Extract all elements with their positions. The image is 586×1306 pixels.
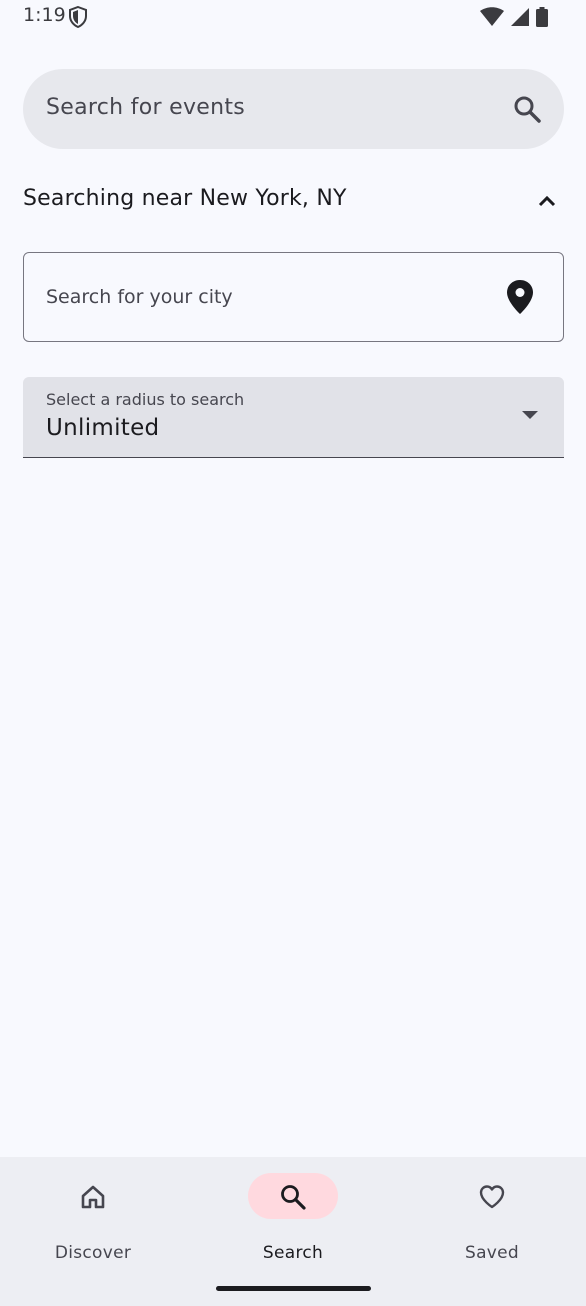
home-icon[interactable] <box>79 1183 107 1211</box>
chevron-up-icon[interactable] <box>534 188 560 214</box>
nav-label-discover: Discover <box>54 1243 132 1263</box>
radius-dropdown-label: Select a radius to search <box>46 390 245 409</box>
cellular-signal-icon <box>511 8 529 26</box>
city-search-input[interactable]: Search for your city <box>46 286 233 308</box>
battery-icon <box>536 7 548 27</box>
nav-label-search: Search <box>262 1243 324 1263</box>
wifi-icon <box>480 7 504 26</box>
status-icons <box>480 7 548 27</box>
status-bar: 1:19 <box>0 0 586 34</box>
location-pin-icon[interactable] <box>505 279 535 315</box>
city-search-field[interactable]: Search for your city <box>23 252 564 342</box>
event-search-bar[interactable]: Search for events <box>23 69 564 149</box>
shield-icon <box>69 6 87 28</box>
nav-item-search[interactable]: Search <box>233 1173 353 1263</box>
nav-item-saved[interactable]: Saved <box>432 1173 552 1263</box>
search-icon[interactable] <box>512 94 542 124</box>
searching-near-label: Searching near New York, NY <box>23 186 347 211</box>
heart-icon[interactable] <box>478 1183 506 1211</box>
radius-dropdown[interactable]: Select a radius to search Unlimited <box>23 377 564 458</box>
location-header[interactable]: Searching near New York, NY <box>23 182 564 222</box>
search-icon[interactable] <box>279 1183 307 1211</box>
radius-selected-value[interactable]: Unlimited <box>46 415 159 441</box>
status-time: 1:19 <box>23 4 66 26</box>
nav-label-saved: Saved <box>464 1243 520 1263</box>
bottom-navigation: Discover Search Saved <box>0 1157 586 1306</box>
gesture-navigation-bar[interactable] <box>216 1286 371 1291</box>
nav-item-discover[interactable]: Discover <box>33 1173 153 1263</box>
search-screen: 1:19 Search for events Searching near Ne… <box>0 0 586 1306</box>
search-input[interactable]: Search for events <box>46 95 245 120</box>
dropdown-arrow-icon[interactable] <box>522 411 538 419</box>
